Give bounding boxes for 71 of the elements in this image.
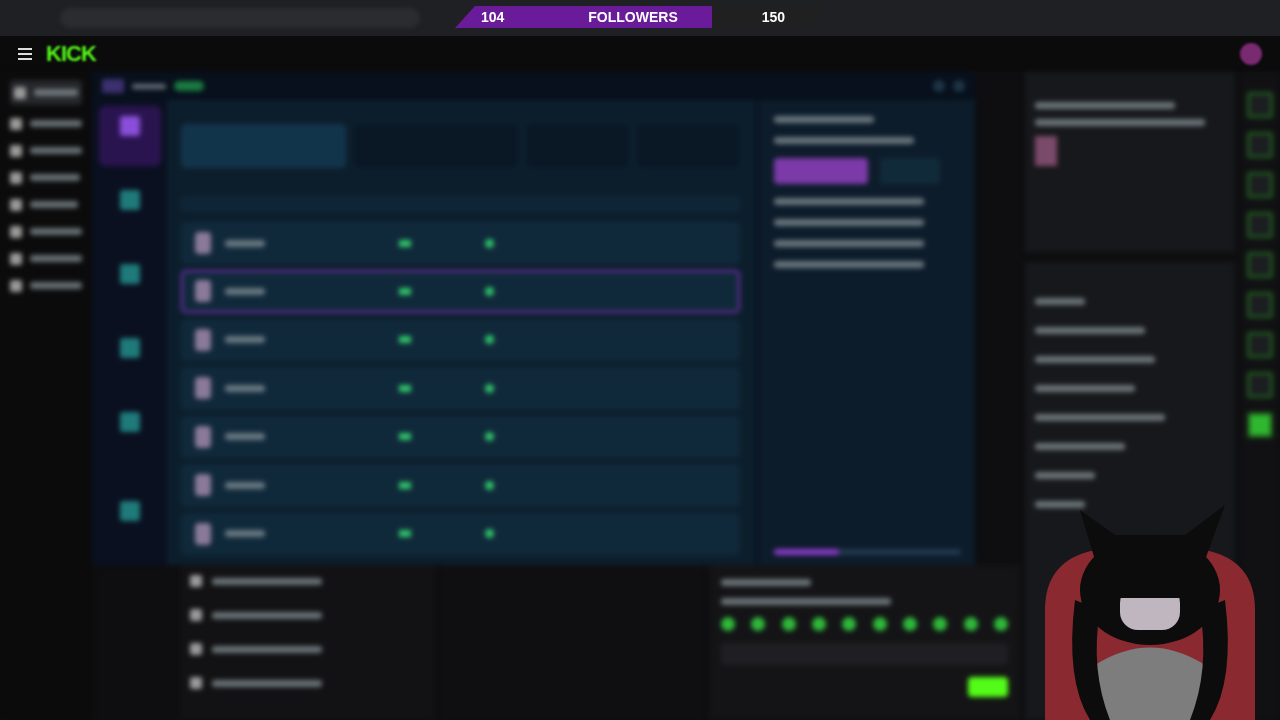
blurred-text[interactable] [30, 255, 82, 262]
emote-icon[interactable] [842, 617, 857, 631]
blurred-text [132, 83, 166, 89]
blurred-text[interactable] [1035, 414, 1165, 421]
blurred-text[interactable] [30, 201, 78, 208]
emote-icon[interactable] [902, 617, 917, 631]
tracker-icon [195, 425, 211, 448]
profile-avatar[interactable] [1240, 43, 1262, 65]
emote-icon[interactable] [812, 617, 826, 631]
logo[interactable]: KICK [46, 41, 96, 67]
nav-icon[interactable] [10, 252, 22, 265]
blurred-text[interactable] [30, 147, 82, 154]
blurred-text [225, 433, 265, 441]
blurred-text[interactable] [1035, 356, 1155, 363]
blurred-text[interactable] [30, 228, 82, 235]
window-control-icon[interactable] [933, 80, 945, 92]
tracker-icon [195, 377, 211, 400]
blurred-text [225, 336, 265, 344]
tracker-row[interactable] [181, 270, 740, 313]
blurred-text [225, 481, 265, 489]
app-logo-icon [102, 79, 124, 93]
blurred-text[interactable] [1035, 472, 1095, 479]
blurred-text[interactable] [1035, 443, 1125, 450]
tracker-row[interactable] [181, 318, 740, 362]
blurred-text [225, 239, 265, 247]
emote-icon[interactable] [751, 617, 766, 631]
emote-icon[interactable] [993, 617, 1008, 631]
blurred-text[interactable] [30, 174, 80, 181]
window-control-icon[interactable] [953, 80, 965, 92]
tracker-row[interactable] [181, 464, 740, 507]
emote-icon[interactable] [933, 617, 948, 631]
tracker-icon [195, 474, 211, 497]
blurred-text [225, 287, 265, 295]
nav-icon[interactable] [10, 279, 22, 292]
emote-icon[interactable] [721, 617, 735, 631]
blurred-text[interactable] [1035, 385, 1135, 392]
blurred-text[interactable] [30, 120, 82, 127]
blurred-text[interactable] [34, 89, 78, 96]
menu-icon[interactable] [18, 48, 32, 60]
tracker-row[interactable] [181, 415, 740, 459]
category-thumbnail [1035, 136, 1057, 166]
tracker-icon [195, 328, 211, 351]
nav-icon[interactable] [14, 86, 26, 99]
nav-icon[interactable] [10, 171, 22, 184]
tracker-row[interactable] [181, 512, 740, 555]
status-badge [174, 81, 204, 91]
emote-icon[interactable] [781, 617, 796, 631]
nav-icon[interactable] [10, 225, 22, 238]
tracker-icon [195, 232, 211, 254]
nav-icon[interactable] [10, 144, 22, 157]
blurred-text[interactable] [1035, 298, 1085, 305]
tracker-row[interactable] [181, 221, 740, 265]
launch-button[interactable] [774, 158, 868, 184]
nav-icon[interactable] [10, 117, 22, 130]
emote-icon[interactable] [872, 617, 887, 631]
goal-label: FOLLOWERS [588, 9, 678, 25]
send-button[interactable] [968, 677, 1008, 697]
tracker-icon [195, 522, 211, 545]
follower-goal: 150 [761, 9, 785, 25]
blurred-text[interactable] [1035, 327, 1145, 334]
blurred-text[interactable] [1035, 501, 1085, 508]
tracker-row[interactable] [181, 367, 740, 410]
blurred-text[interactable] [30, 282, 82, 289]
blurred-text [225, 384, 265, 392]
emote-icon[interactable] [963, 617, 978, 631]
follower-count: 104 [481, 9, 505, 25]
home-nav-item[interactable] [98, 106, 161, 166]
blurred-text [225, 530, 265, 538]
nav-icon[interactable] [10, 198, 22, 211]
tracker-icon [195, 280, 211, 303]
tool-icon[interactable] [1247, 412, 1273, 438]
